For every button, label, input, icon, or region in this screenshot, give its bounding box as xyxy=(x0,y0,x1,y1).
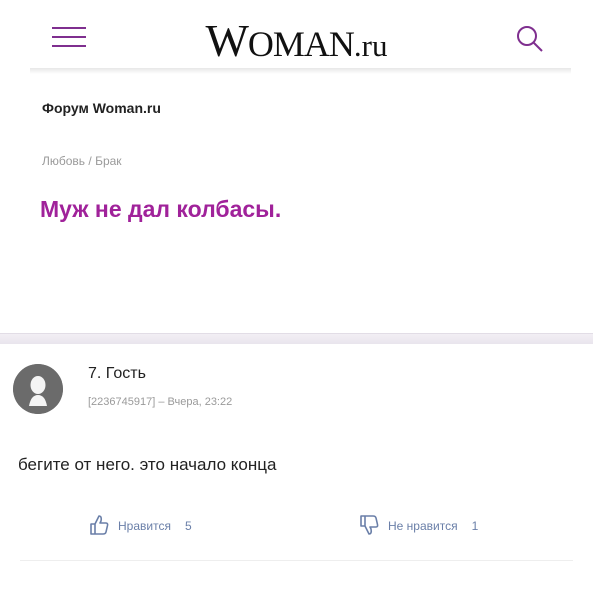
breadcrumb-item-love[interactable]: Любовь xyxy=(42,154,85,168)
logo-w: W xyxy=(205,15,248,66)
site-header: WOMAN.ru xyxy=(0,0,593,68)
thumbs-down-icon xyxy=(358,514,380,539)
dislike-count: 1 xyxy=(471,519,479,533)
search-icon[interactable] xyxy=(512,22,548,58)
comment-id: [2236745917] xyxy=(88,396,156,408)
comment-meta: [2236745917] – Вчера, 23:22 xyxy=(88,396,232,408)
dislike-label: Не нравится xyxy=(388,519,458,533)
logo-ru: .ru xyxy=(353,28,388,63)
logo-oman: OMAN xyxy=(247,24,355,64)
like-label: Нравится xyxy=(118,519,171,533)
avatar xyxy=(13,364,63,414)
site-logo[interactable]: WOMAN.ru xyxy=(0,14,593,67)
header-shadow xyxy=(30,68,571,74)
section-divider xyxy=(0,333,593,344)
breadcrumb: Любовь / Брак xyxy=(42,154,122,168)
comment-time: Вчера, 23:22 xyxy=(167,396,233,408)
forum-title[interactable]: Форум Woman.ru xyxy=(42,100,161,116)
thumbs-up-icon xyxy=(88,514,110,539)
meta-dash: – xyxy=(155,396,168,408)
breadcrumb-separator: / xyxy=(85,154,96,168)
like-count: 5 xyxy=(184,519,192,533)
topic-title: Муж не дал колбасы. xyxy=(40,196,282,222)
dislike-button[interactable]: Не нравится 1 xyxy=(358,513,478,539)
like-button[interactable]: Нравится 5 xyxy=(88,513,192,539)
comment-text: бегите от него. это начало конца xyxy=(18,455,277,474)
breadcrumb-item-marriage[interactable]: Брак xyxy=(95,154,121,168)
comment-separator xyxy=(20,560,573,561)
comment-author: 7. Гость xyxy=(88,365,146,382)
